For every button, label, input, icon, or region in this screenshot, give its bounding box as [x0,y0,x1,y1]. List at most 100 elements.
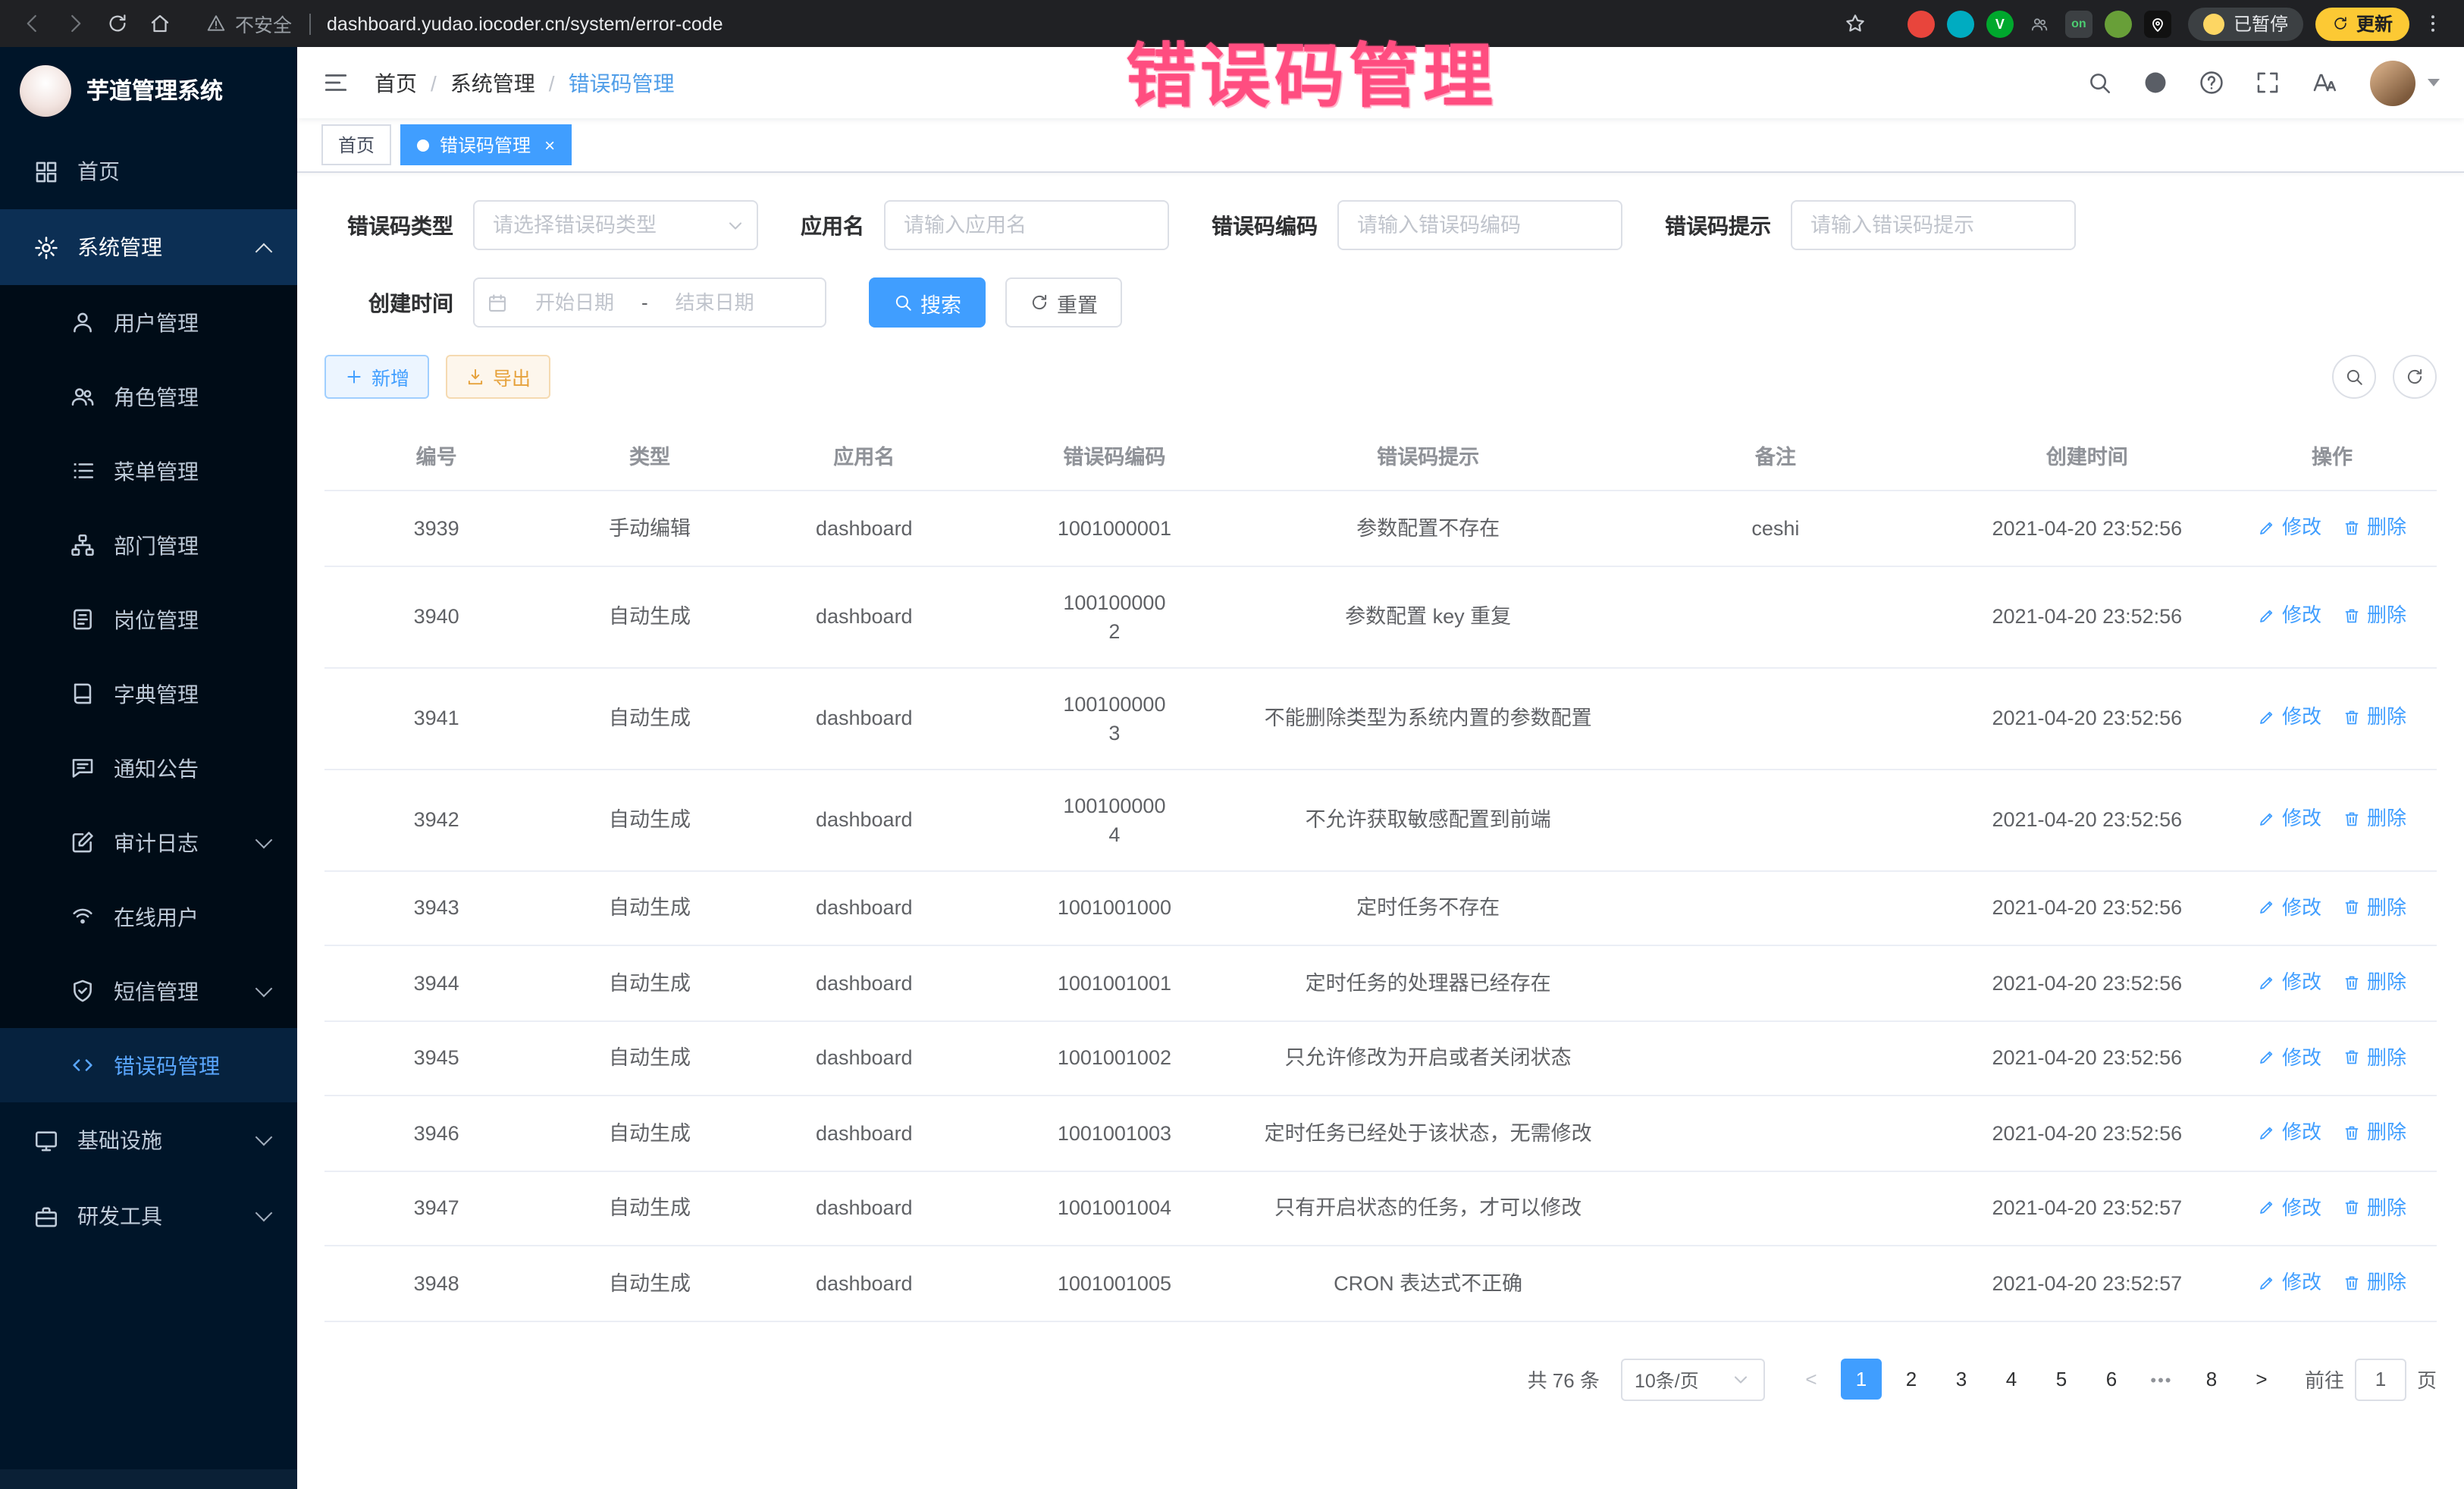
error-type-select[interactable] [473,200,758,250]
sidebar-item-post[interactable]: 岗位管理 [0,582,297,657]
extension-on-badge-icon[interactable]: on [2065,10,2093,37]
github-icon[interactable] [2143,70,2168,96]
home-icon[interactable] [140,4,179,43]
error-code-input[interactable] [1337,200,1622,250]
app-logo-row[interactable]: 芋道管理系统 [0,47,297,133]
page-button-4[interactable]: 4 [1991,1358,2032,1399]
delete-link[interactable]: 删除 [2343,1042,2406,1071]
breadcrumb-item[interactable]: 首页 [375,67,417,98]
edit-link[interactable]: 修改 [2258,1268,2321,1296]
delete-link[interactable]: 删除 [2343,601,2406,630]
edit-link[interactable]: 修改 [2258,967,2321,996]
sidebar-item-tools[interactable]: 研发工具 [0,1178,297,1254]
sidebar-item-sms[interactable]: 短信管理 [0,954,297,1028]
tab-错误码管理[interactable]: 错误码管理× [400,124,572,165]
sidebar-item-infra[interactable]: 基础设施 [0,1102,297,1178]
extension-red-icon[interactable] [1908,10,1935,37]
edit-link[interactable]: 修改 [2258,1042,2321,1071]
end-date-input[interactable] [654,290,776,315]
error-type-input[interactable] [473,200,758,250]
user-avatar[interactable] [2370,60,2440,105]
error-hint-input[interactable] [1791,200,2076,250]
cell-remark [1604,1020,1946,1096]
extension-people-icon[interactable] [2026,10,2053,37]
sidebar-toggle-icon[interactable] [321,68,350,97]
page-size-value: 10条/页 [1635,1365,1699,1394]
prev-page-button[interactable]: < [1791,1359,1832,1400]
edit-link[interactable]: 修改 [2258,703,2321,732]
close-icon[interactable]: × [544,134,555,155]
page-button-3[interactable]: 3 [1941,1358,1982,1399]
fullscreen-icon[interactable] [2255,70,2281,96]
fontsize-icon[interactable] [2311,70,2337,96]
edit-link[interactable]: 修改 [2258,1118,2321,1146]
edit-link[interactable]: 修改 [2258,601,2321,630]
sidebar-item-system[interactable]: 系统管理 [0,209,297,285]
extension-teal-icon[interactable] [1947,10,1974,37]
url-text[interactable]: dashboard.yudao.iocoder.cn/system/error-… [327,13,723,34]
refresh-table-icon[interactable] [2393,355,2437,399]
breadcrumb-item[interactable]: 系统管理 [450,67,535,98]
page-ellipsis[interactable]: ••• [2141,1360,2182,1401]
edit-link[interactable]: 修改 [2258,804,2321,833]
delete-link[interactable]: 删除 [2343,892,2406,921]
edit-link[interactable]: 修改 [2258,513,2321,541]
delete-link[interactable]: 删除 [2343,967,2406,996]
browser-menu-dots-icon[interactable] [2412,4,2452,43]
add-button[interactable]: 新增 [324,355,429,399]
cell-id: 3943 [324,870,548,945]
page-button-1[interactable]: 1 [1841,1358,1882,1399]
question-icon[interactable] [2199,70,2224,96]
page-button-8[interactable]: 8 [2191,1358,2232,1399]
page-button-2[interactable]: 2 [1891,1358,1932,1399]
extension-v-icon[interactable]: V [1986,10,2014,37]
reset-button[interactable]: 重置 [1005,277,1122,328]
sidebar-item-notice[interactable]: 通知公告 [0,731,297,805]
sidebar-item-audit-log[interactable]: 审计日志 [0,805,297,879]
delete-link[interactable]: 删除 [2343,703,2406,732]
search-button[interactable]: 搜索 [869,277,986,328]
edit-link[interactable]: 修改 [2258,892,2321,921]
cell-code: 1001001005 [977,1246,1252,1321]
delete-link[interactable]: 删除 [2343,1118,2406,1146]
edit-link[interactable]: 修改 [2258,1193,2321,1221]
app-name-input[interactable] [884,200,1169,250]
delete-link[interactable]: 删除 [2343,804,2406,833]
forward-icon[interactable] [55,4,94,43]
sidebar-item-error-code[interactable]: 错误码管理 [0,1028,297,1102]
extension-pin-icon[interactable] [2144,10,2171,37]
sidebar-item-user[interactable]: 用户管理 [0,285,297,359]
sidebar-item-home[interactable]: 首页 [0,133,297,209]
sidebar-item-dept[interactable]: 部门管理 [0,508,297,582]
tags-view-bar: 首页错误码管理× [297,118,2464,173]
address-bar[interactable]: 不安全 dashboard.yudao.iocoder.cn/system/er… [191,4,1891,43]
table-header-row: 编号类型应用名错误码编码错误码提示备注创建时间操作 [324,420,2437,491]
sidebar-item-role[interactable]: 角色管理 [0,359,297,434]
delete-link[interactable]: 删除 [2343,513,2406,541]
page-button-5[interactable]: 5 [2041,1358,2082,1399]
browser-toolbar: 不安全 dashboard.yudao.iocoder.cn/system/er… [0,0,2464,47]
goto-page-input[interactable] [2355,1359,2406,1401]
bookmark-star-icon[interactable] [1836,4,1876,43]
tab-首页[interactable]: 首页 [321,124,391,165]
extension-leaf-icon[interactable] [2105,10,2132,37]
export-button[interactable]: 导出 [446,355,550,399]
start-date-input[interactable] [514,290,635,315]
cell-id: 3945 [324,1020,548,1096]
search-icon[interactable] [2086,70,2112,96]
page-size-select[interactable]: 10条/页 [1621,1359,1765,1401]
sidebar-item-online-user[interactable]: 在线用户 [0,879,297,954]
page-button-6[interactable]: 6 [2091,1358,2132,1399]
sidebar-item-menu[interactable]: 菜单管理 [0,434,297,508]
update-button[interactable]: 更新 [2315,7,2409,40]
date-range-picker[interactable]: - [473,277,826,328]
next-page-button[interactable]: > [2241,1359,2282,1400]
paused-chip[interactable]: 已暂停 [2188,7,2303,40]
cell-code: 1001001004 [977,1171,1252,1246]
sidebar-item-dict[interactable]: 字典管理 [0,657,297,731]
reload-icon[interactable] [97,4,136,43]
toggle-search-icon[interactable] [2332,355,2376,399]
delete-link[interactable]: 删除 [2343,1193,2406,1221]
delete-link[interactable]: 删除 [2343,1268,2406,1296]
back-icon[interactable] [12,4,52,43]
